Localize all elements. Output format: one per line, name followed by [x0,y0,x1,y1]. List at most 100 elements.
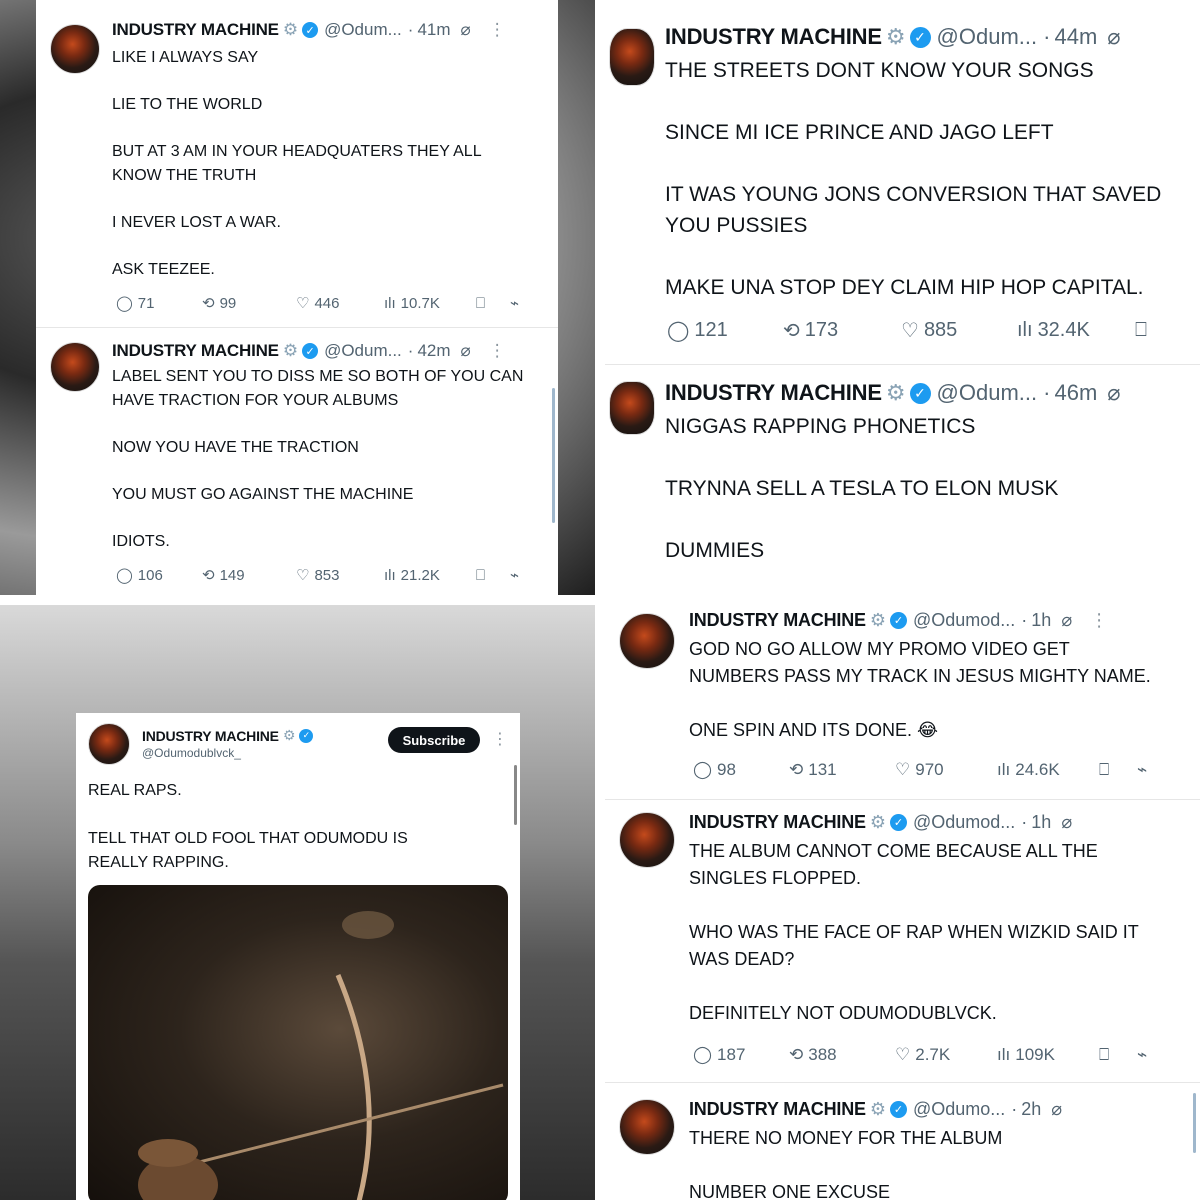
avatar[interactable] [619,613,675,669]
scrollbar[interactable] [514,765,517,825]
tweet-actions: ◯ 106 ⟲ 149 ♡ 853 ılı 21.2K ⎕ ⌁ [116,566,519,585]
share-button[interactable]: ⌁ [510,294,519,312]
like-button[interactable]: ♡ 970 [895,760,997,780]
reply-icon: ◯ [667,320,690,342]
views-button[interactable]: ılı 21.2K [384,567,476,584]
tweet-card[interactable]: INDUSTRY MACHINE ⚙ ✓ @Odumodublvck_ Subs… [76,713,520,1200]
avatar[interactable] [88,723,130,765]
grok-icon[interactable]: ⌀ [461,20,471,40]
grok-icon[interactable]: ⌀ [1051,1099,1062,1120]
tweet-time[interactable]: 1h [1031,610,1051,631]
more-options-icon[interactable]: ⋮ [489,20,506,40]
tweet-card[interactable]: INDUSTRY MACHINE ⚙ ✓ @Odum... · 44m ⌀ TH… [605,0,1200,364]
share-button[interactable]: ⌁ [1137,760,1147,780]
retweet-button[interactable]: ⟲ 99 [202,294,296,313]
bookmark-button[interactable]: ⎕ [476,295,510,312]
views-button[interactable]: ılı 24.6K [997,760,1099,780]
like-button[interactable]: ♡ 885 [901,318,1017,343]
bookmark-button[interactable]: ⎕ [1099,1045,1137,1065]
like-button[interactable]: ♡ 853 [296,566,384,585]
author-handle[interactable]: @Odumod... [913,610,1015,631]
scrollbar[interactable] [1193,1093,1196,1153]
avatar[interactable] [619,812,675,868]
author-handle[interactable]: @Odum... [324,341,402,361]
tweet-time[interactable]: 41m [417,20,450,40]
avatar[interactable] [609,28,655,86]
tweet-time[interactable]: 1h [1031,812,1051,833]
like-button[interactable]: ♡ 2.7K [895,1045,997,1065]
tweet-card[interactable]: INDUSTRY MACHINE ⚙ ✓ @Odumod... · 1h ⌀ T… [605,800,1200,1082]
author-handle[interactable]: @Odum... [324,20,402,40]
tweet-card[interactable]: INDUSTRY MACHINE ⚙ ✓ @Odum... · 41m ⌀ ⋮ … [36,0,558,327]
like-button[interactable]: ♡ 446 [296,294,384,313]
more-options-icon[interactable]: ⋮ [492,729,508,749]
retweet-button[interactable]: ⟲ 131 [789,760,895,780]
scrollbar[interactable] [552,388,555,523]
tweet-card[interactable]: INDUSTRY MACHINE ⚙ ✓ @Odumod... · 1h ⌀ ⋮… [605,605,1200,799]
tweet-time[interactable]: 2h [1021,1099,1041,1120]
author-handle[interactable]: @Odumodublvck_ [142,746,241,760]
bookmark-button[interactable]: ⎕ [476,567,510,584]
grok-icon[interactable]: ⌀ [461,341,471,361]
affiliate-gear-icon: ⚙ [282,727,296,743]
reply-button[interactable]: ◯ 121 [667,318,783,343]
grok-icon[interactable]: ⌀ [1107,380,1120,406]
tweet-text: THE ALBUM CANNOT COME BECAUSE ALL THE SI… [689,841,1139,1023]
reply-button[interactable]: ◯ 187 [693,1045,789,1065]
author-name[interactable]: INDUSTRY MACHINE [665,380,882,406]
tweet-text: LIKE I ALWAYS SAY LIE TO THE WORLD BUT A… [112,49,482,279]
author-handle[interactable]: @Odum... [937,24,1038,50]
more-options-icon[interactable]: ⋮ [1090,610,1108,631]
bookmark-button[interactable]: ⎕ [1099,760,1137,780]
author-handle[interactable]: @Odum... [937,380,1038,406]
author-name[interactable]: INDUSTRY MACHINE [689,610,866,631]
separator-dot: · [407,341,414,360]
tweet-time[interactable]: 44m [1054,24,1097,50]
reply-button[interactable]: ◯ 71 [116,294,202,313]
tweet-card[interactable]: INDUSTRY MACHINE ⚙ ✓ @Odumo... · 2h ⌀ TH… [605,1083,1200,1200]
retweet-button[interactable]: ⟲ 149 [202,566,296,585]
grok-icon[interactable]: ⌀ [1061,812,1072,833]
affiliate-gear-icon: ⚙ [869,1099,886,1119]
author-handle[interactable]: @Odumod... [913,812,1015,833]
grok-icon[interactable]: ⌀ [1061,610,1072,631]
tweet-card[interactable]: INDUSTRY MACHINE ⚙ ✓ @Odum... · 42m ⌀ ⋮ … [36,328,558,595]
views-button[interactable]: ılı 109K [997,1045,1099,1065]
author-name[interactable]: INDUSTRY MACHINE [112,341,279,361]
grok-icon[interactable]: ⌀ [1107,24,1120,50]
verified-icon: ✓ [302,22,319,38]
views-button[interactable]: ılı 32.4K [1017,319,1135,342]
views-icon: ılı [997,760,1011,779]
reply-button[interactable]: ◯ 98 [693,760,789,780]
author-name[interactable]: INDUSTRY MACHINE [689,1099,866,1120]
tweet-photo[interactable] [88,885,508,1200]
avatar[interactable] [619,1099,675,1155]
author-name[interactable]: INDUSTRY MACHINE [665,24,882,50]
more-options-icon[interactable]: ⋮ [489,341,506,361]
subscribe-button[interactable]: Subscribe [388,727,480,753]
like-count: 446 [314,294,340,312]
tweet-header: INDUSTRY MACHINE ⚙ ✓ @Odumo... · 2h ⌀ [689,1099,1062,1120]
tweet-time[interactable]: 46m [1054,380,1097,406]
retweet-button[interactable]: ⟲ 173 [783,318,901,343]
separator-dot: · [1043,380,1051,405]
author-handle[interactable]: @Odumo... [913,1099,1005,1120]
avatar[interactable] [50,24,100,74]
avatar[interactable] [50,342,100,392]
separator-dot: · [1043,24,1051,49]
author-name[interactable]: INDUSTRY MACHINE [689,812,866,833]
author-name[interactable]: INDUSTRY MACHINE [112,20,279,40]
bookmark-button[interactable]: ⎕ [1135,319,1175,342]
reply-count: 187 [717,1045,746,1064]
author-name[interactable]: INDUSTRY MACHINE [142,728,279,744]
share-button[interactable]: ⌁ [510,566,519,584]
tweet-actions: ◯ 71 ⟲ 99 ♡ 446 ılı 10.7K ⎕ ⌁ [116,294,519,313]
tweet-card[interactable]: INDUSTRY MACHINE ⚙ ✓ @Odum... · 46m ⌀ NI… [605,365,1200,595]
avatar[interactable] [609,381,655,435]
reply-button[interactable]: ◯ 106 [116,566,202,585]
views-button[interactable]: ılı 10.7K [384,295,476,312]
retweet-button[interactable]: ⟲ 388 [789,1045,895,1065]
share-button[interactable]: ⌁ [1137,1045,1147,1065]
retweet-icon: ⟲ [789,760,804,779]
tweet-time[interactable]: 42m [417,341,450,361]
